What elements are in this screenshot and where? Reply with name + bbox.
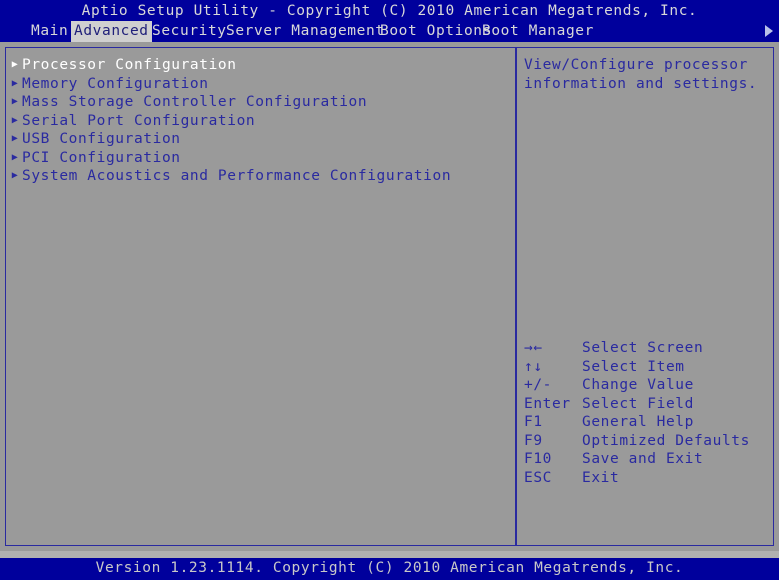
triangle-right-icon: ▶ (8, 167, 22, 186)
key-legend-row-select-item: ↑↓Select Item (524, 358, 769, 377)
key-legend: →←Select Screen ↑↓Select Item +/-Change … (524, 339, 769, 487)
menu-item-label: Serial Port Configuration (22, 112, 255, 131)
key-legend-action: Exit (582, 469, 619, 488)
tab-boot-manager[interactable]: Boot Manager (479, 21, 597, 42)
menu-item-serial-port-configuration[interactable]: ▶Serial Port Configuration (6, 112, 515, 131)
key-legend-row-select-field: EnterSelect Field (524, 395, 769, 414)
menu-item-label: USB Configuration (22, 130, 181, 149)
footer-separator (0, 551, 779, 558)
key-legend-key: Enter (524, 395, 582, 414)
triangle-right-icon: ▶ (8, 112, 22, 131)
menu-bar: Main Advanced Security Server Management… (0, 21, 779, 42)
key-legend-row-change-value: +/-Change Value (524, 376, 769, 395)
menu-item-label: Mass Storage Controller Configuration (22, 93, 367, 112)
triangle-right-icon: ▶ (8, 75, 22, 94)
triangle-right-icon: ▶ (8, 93, 22, 112)
menu-item-memory-configuration[interactable]: ▶Memory Configuration (6, 75, 515, 94)
menu-item-system-acoustics-and-performance-configuration[interactable]: ▶System Acoustics and Performance Config… (6, 167, 515, 186)
menu-item-usb-configuration[interactable]: ▶USB Configuration (6, 130, 515, 149)
key-legend-action: Save and Exit (582, 450, 703, 469)
tab-advanced[interactable]: Advanced (71, 21, 152, 42)
key-legend-key: F9 (524, 432, 582, 451)
help-description: View/Configure processor information and… (524, 56, 764, 93)
key-legend-key: F10 (524, 450, 582, 469)
menu-item-label: Memory Configuration (22, 75, 209, 94)
options-panel: ▶Processor Configuration ▶Memory Configu… (5, 47, 516, 546)
menu-item-label: Processor Configuration (22, 56, 237, 75)
page-title: Aptio Setup Utility - Copyright (C) 2010… (0, 2, 779, 20)
menu-item-pci-configuration[interactable]: ▶PCI Configuration (6, 149, 515, 168)
key-legend-action: Optimized Defaults (582, 432, 750, 451)
key-legend-action: Change Value (582, 376, 694, 395)
tab-boot-options[interactable]: Boot Options (377, 21, 495, 42)
tab-server-management[interactable]: Server Management (223, 21, 388, 42)
key-legend-row-save-and-exit: F10Save and Exit (524, 450, 769, 469)
header-bar: Aptio Setup Utility - Copyright (C) 2010… (0, 0, 779, 42)
help-description-line: View/Configure processor (524, 56, 764, 75)
tab-main[interactable]: Main (28, 21, 71, 42)
arrow-left-right-icon: →← (524, 339, 582, 358)
help-description-line: information and settings. (524, 75, 764, 94)
arrow-up-down-icon: ↑↓ (524, 358, 582, 377)
key-legend-row-optimized-defaults: F9Optimized Defaults (524, 432, 769, 451)
tab-security[interactable]: Security (149, 21, 230, 42)
key-legend-key: F1 (524, 413, 582, 432)
triangle-right-icon: ▶ (8, 130, 22, 149)
triangle-right-icon: ▶ (8, 149, 22, 168)
bios-setup-screen: Aptio Setup Utility - Copyright (C) 2010… (0, 0, 779, 580)
menu-item-label: System Acoustics and Performance Configu… (22, 167, 451, 186)
menu-item-label: PCI Configuration (22, 149, 181, 168)
menu-item-processor-configuration[interactable]: ▶Processor Configuration (6, 56, 515, 75)
options-list: ▶Processor Configuration ▶Memory Configu… (6, 56, 515, 186)
menu-item-mass-storage-controller-configuration[interactable]: ▶Mass Storage Controller Configuration (6, 93, 515, 112)
footer-bar: Version 1.23.1114. Copyright (C) 2010 Am… (0, 558, 779, 580)
key-legend-action: Select Item (582, 358, 685, 377)
triangle-right-icon[interactable] (765, 25, 773, 37)
triangle-right-icon: ▶ (8, 56, 22, 75)
key-legend-row-exit: ESCExit (524, 469, 769, 488)
key-legend-row-general-help: F1General Help (524, 413, 769, 432)
version-text: Version 1.23.1114. Copyright (C) 2010 Am… (0, 559, 779, 578)
key-legend-key: +/- (524, 376, 582, 395)
key-legend-action: Select Screen (582, 339, 703, 358)
key-legend-action: General Help (582, 413, 694, 432)
key-legend-action: Select Field (582, 395, 694, 414)
help-panel: View/Configure processor information and… (516, 47, 774, 546)
key-legend-key: ESC (524, 469, 582, 488)
key-legend-row-select-screen: →←Select Screen (524, 339, 769, 358)
